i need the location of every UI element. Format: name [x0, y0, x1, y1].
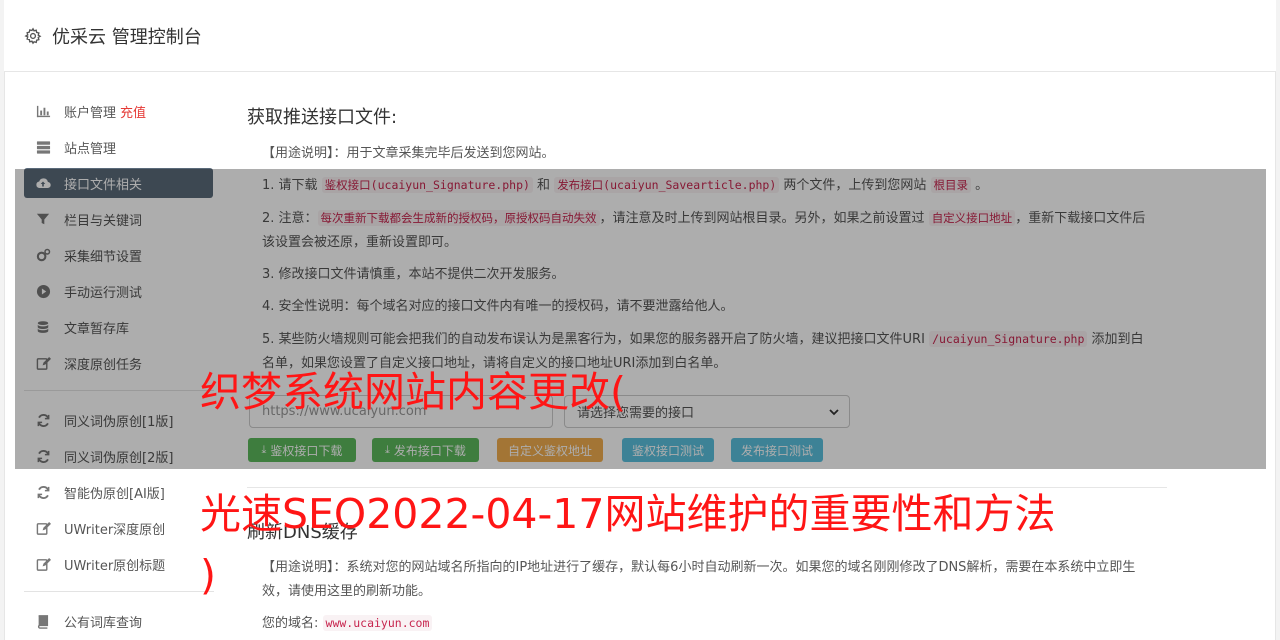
section-title-interface: 获取推送接口文件:: [247, 107, 398, 128]
overlay-text-line-3: ): [200, 551, 216, 599]
edit-icon: [35, 556, 51, 572]
domain-label: 您的域名:: [262, 616, 319, 631]
sidebar-item-sites[interactable]: 站点管理: [24, 132, 213, 162]
sidebar-item-label: UWriter深度原创: [64, 522, 166, 538]
overlay-text-line-1: 织梦系统网站内容更改(: [200, 368, 626, 416]
server-icon: [35, 139, 51, 155]
dark-overlay: [15, 169, 1266, 469]
sidebar-item-label: 账户管理: [64, 105, 117, 121]
sidebar-item-uwriter-deep[interactable]: UWriter深度原创: [24, 513, 213, 543]
sidebar-item-ai-original[interactable]: 智能伪原创[AI版]: [24, 477, 213, 507]
dns-usage-note: 【用途说明】：系统对您的网站域名所指向的IP地址进行了缓存，默认每6小时自动刷新…: [262, 560, 1136, 599]
sidebar-item-account[interactable]: 账户管理 充值: [24, 96, 213, 126]
sidebar-divider: [24, 591, 214, 592]
sidebar-item-public-lexicon[interactable]: 公有词库查询: [24, 606, 213, 636]
book-icon: [35, 613, 51, 629]
recharge-link[interactable]: 充值: [120, 102, 146, 121]
refresh-icon: [35, 484, 51, 500]
overlay-text-line-2: 光速SEO2022-04-17网站维护的重要性和方法: [200, 490, 1056, 538]
usage-note: 【用途说明】：用于文章采集完毕后发送到您网站。: [262, 146, 555, 161]
sidebar-item-uwriter-title[interactable]: UWriter原创标题: [24, 549, 213, 579]
section-divider: [247, 487, 1167, 488]
app-title: 优采云 管理控制台: [52, 26, 202, 48]
sidebar-item-label: UWriter原创标题: [64, 558, 166, 574]
domain-row: 您的域名: www.ucaiyun.com: [262, 611, 1152, 636]
domain-value: www.ucaiyun.com: [322, 615, 433, 631]
edit-icon: [35, 520, 51, 536]
sidebar-item-label: 站点管理: [64, 141, 117, 157]
sidebar-item-label: 公有词库查询: [64, 615, 143, 631]
app-header: 优采云 管理控制台: [4, 0, 1276, 72]
bar-chart-icon: [35, 103, 51, 119]
gear-icon: [24, 27, 42, 44]
sidebar-item-label: 智能伪原创[AI版]: [64, 486, 165, 502]
